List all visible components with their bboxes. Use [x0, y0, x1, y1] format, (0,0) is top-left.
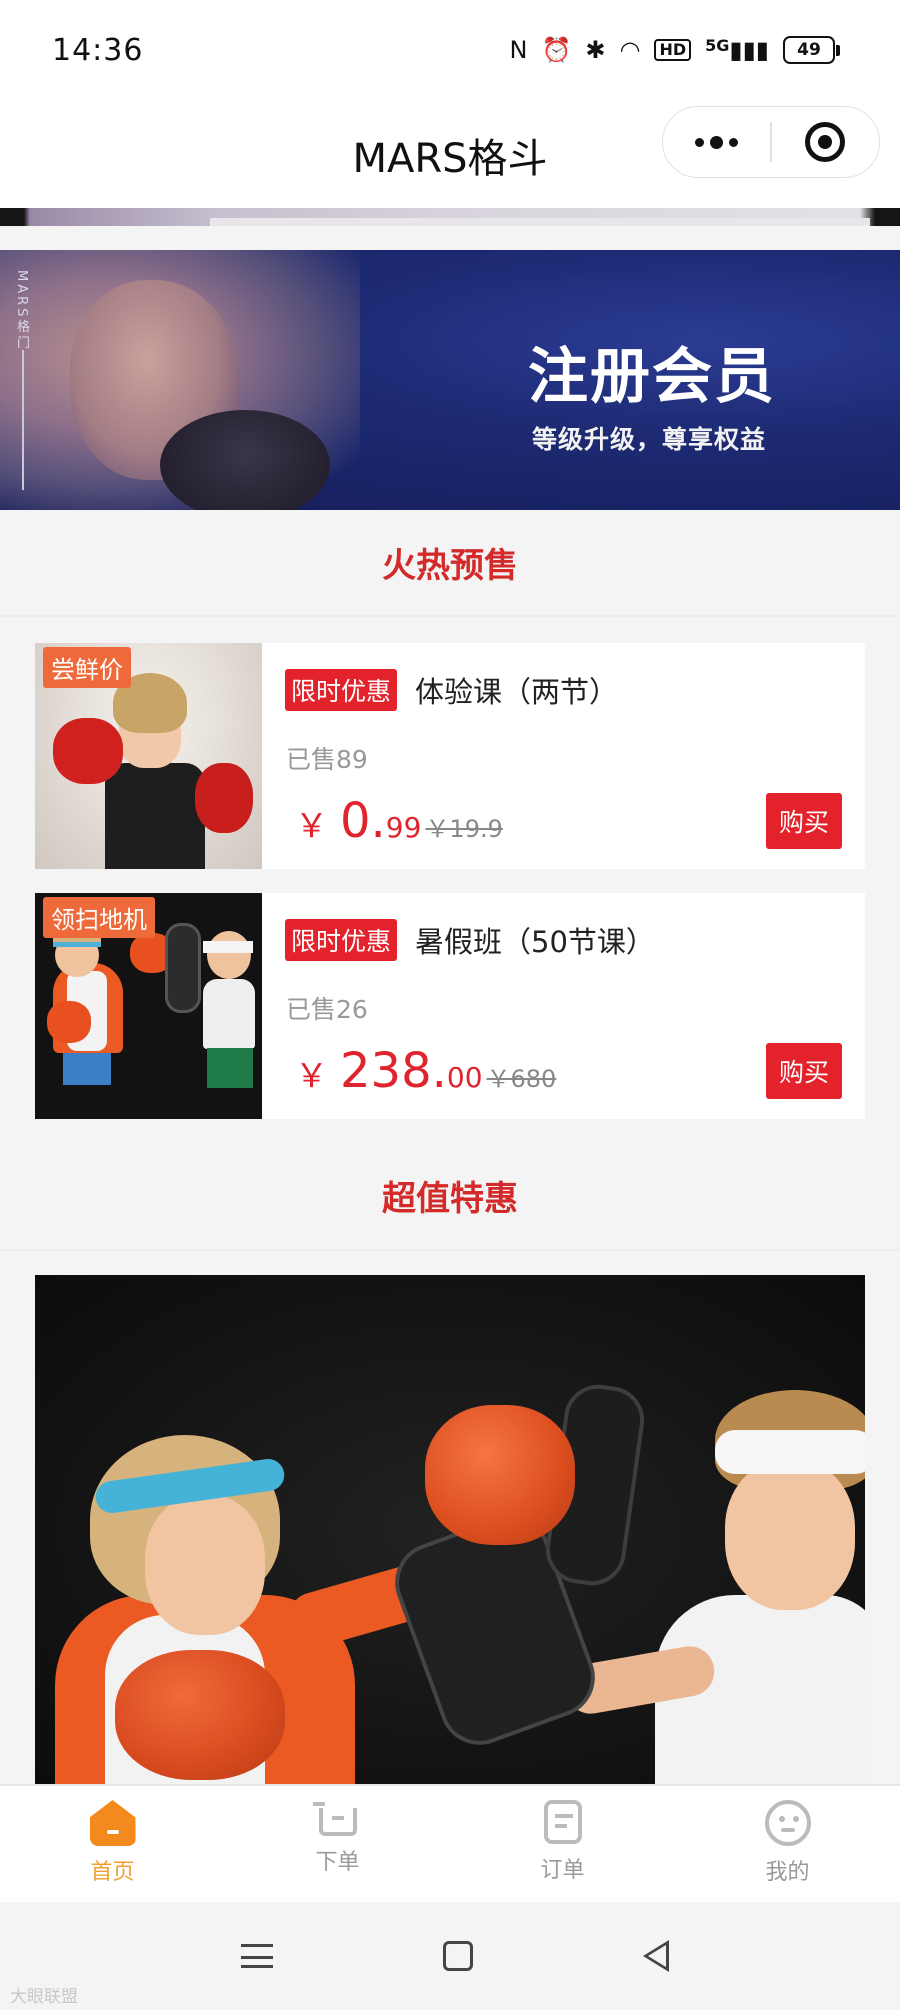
section-divider — [0, 615, 900, 617]
tab-label: 首页 — [90, 1860, 135, 1885]
close-target-icon — [805, 122, 846, 162]
tab-label: 下单 — [315, 1850, 360, 1875]
currency-symbol: ￥ — [295, 806, 328, 845]
section-divider — [0, 1249, 900, 1251]
product-name: 体验课（两节） — [415, 675, 619, 709]
mini-program-capsule — [662, 106, 880, 178]
system-navigation-bar — [0, 1902, 900, 2010]
product-name: 暑假班（50节课） — [415, 925, 655, 959]
bottom-tab-bar: 首页 下单 订单 我的 — [0, 1784, 900, 1902]
product-price: ￥ 0. 99 ￥19.9 — [295, 793, 503, 849]
product-price: ￥ 238. 00 ￥680 — [295, 1043, 556, 1099]
sold-count: 已售26 — [286, 995, 368, 1024]
product-card[interactable]: 领扫地机 限时优惠 暑假班（50节课） 已售26 ￥ 238. 00 ￥680 … — [35, 893, 865, 1119]
original-price: ￥680 — [486, 1065, 557, 1093]
price-decimal: 00 — [446, 1061, 483, 1094]
cart-icon — [312, 1802, 357, 1836]
home-square-icon[interactable] — [443, 1941, 473, 1971]
banner-subtitle: 等级升级，尊享权益 — [532, 425, 767, 454]
price-integer: 0. — [340, 793, 386, 849]
tab-profile[interactable]: 我的 — [675, 1786, 900, 1902]
buy-button[interactable]: 购买 — [766, 793, 842, 849]
more-dot-right — [729, 137, 739, 147]
product-card[interactable]: 尝鲜价 限时优惠 体验课（两节） 已售89 ￥ 0. 99 ￥19.9 购买 — [35, 643, 865, 869]
menu-icon[interactable] — [241, 1944, 273, 1968]
watermark: 大眼联盟 — [10, 1987, 78, 2007]
price-decimal: 99 — [385, 811, 422, 844]
tab-order-place[interactable]: 下单 — [225, 1786, 450, 1902]
sold-count: 已售89 — [286, 745, 368, 774]
hd-icon: HD — [654, 39, 692, 61]
battery-icon: 49 — [783, 36, 840, 64]
home-icon — [89, 1800, 136, 1846]
buy-button[interactable]: 购买 — [766, 1043, 842, 1099]
product-tag: 尝鲜价 — [43, 647, 131, 688]
battery-level: 49 — [797, 40, 821, 60]
price-integer: 238. — [340, 1043, 447, 1099]
tab-label: 我的 — [765, 1860, 810, 1885]
bluetooth-icon: ✱ — [585, 36, 606, 64]
original-price: ￥19.9 — [425, 815, 503, 843]
more-dot-center — [710, 135, 724, 149]
section-title-special: 超值特惠 — [382, 1179, 518, 1219]
product-image: 领扫地机 — [35, 893, 262, 1119]
section-title-presale: 火热预售 — [382, 546, 518, 586]
product-tag: 领扫地机 — [43, 897, 155, 938]
banner-title: 注册会员 — [528, 342, 776, 412]
back-icon[interactable] — [643, 1940, 669, 1972]
order-icon — [543, 1800, 582, 1844]
banner-glove-image — [160, 410, 330, 510]
status-bar: 14:36 N ⏰ ✱ ◠ HD 5G▮▮▮ 49 — [0, 0, 900, 100]
tab-label: 订单 — [540, 1858, 585, 1883]
status-time: 14:36 — [52, 32, 144, 68]
banner-side-text: MARS格门 — [14, 270, 29, 352]
carousel-edge-shade — [210, 218, 870, 226]
tab-orders[interactable]: 订单 — [450, 1786, 675, 1902]
register-banner[interactable]: MARS格门 注册会员 等级升级，尊享权益 — [0, 250, 900, 510]
banner-side-line — [22, 350, 24, 490]
wifi-icon: ◠ — [619, 36, 641, 64]
limited-offer-badge: 限时优惠 — [285, 919, 398, 961]
signal-icon: 5G▮▮▮ — [705, 36, 769, 64]
profile-icon — [764, 1800, 811, 1846]
currency-symbol: ￥ — [295, 1056, 328, 1095]
nfc-icon: N — [509, 36, 528, 64]
status-icons: N ⏰ ✱ ◠ HD 5G▮▮▮ 49 — [510, 36, 840, 64]
tab-home[interactable]: 首页 — [0, 1786, 225, 1902]
limited-offer-badge: 限时优惠 — [285, 669, 398, 711]
close-mini-program-button[interactable] — [772, 107, 879, 177]
special-offer-image[interactable] — [35, 1275, 865, 1785]
alarm-icon: ⏰ — [541, 36, 572, 64]
mini-program-home: 14:36 N ⏰ ✱ ◠ HD 5G▮▮▮ 49 MARS格斗 MARS格门 … — [0, 0, 900, 2010]
network-type: 5G — [705, 36, 730, 55]
more-dots-icon — [695, 137, 705, 147]
product-image: 尝鲜价 — [35, 643, 262, 869]
more-button[interactable] — [663, 107, 770, 177]
